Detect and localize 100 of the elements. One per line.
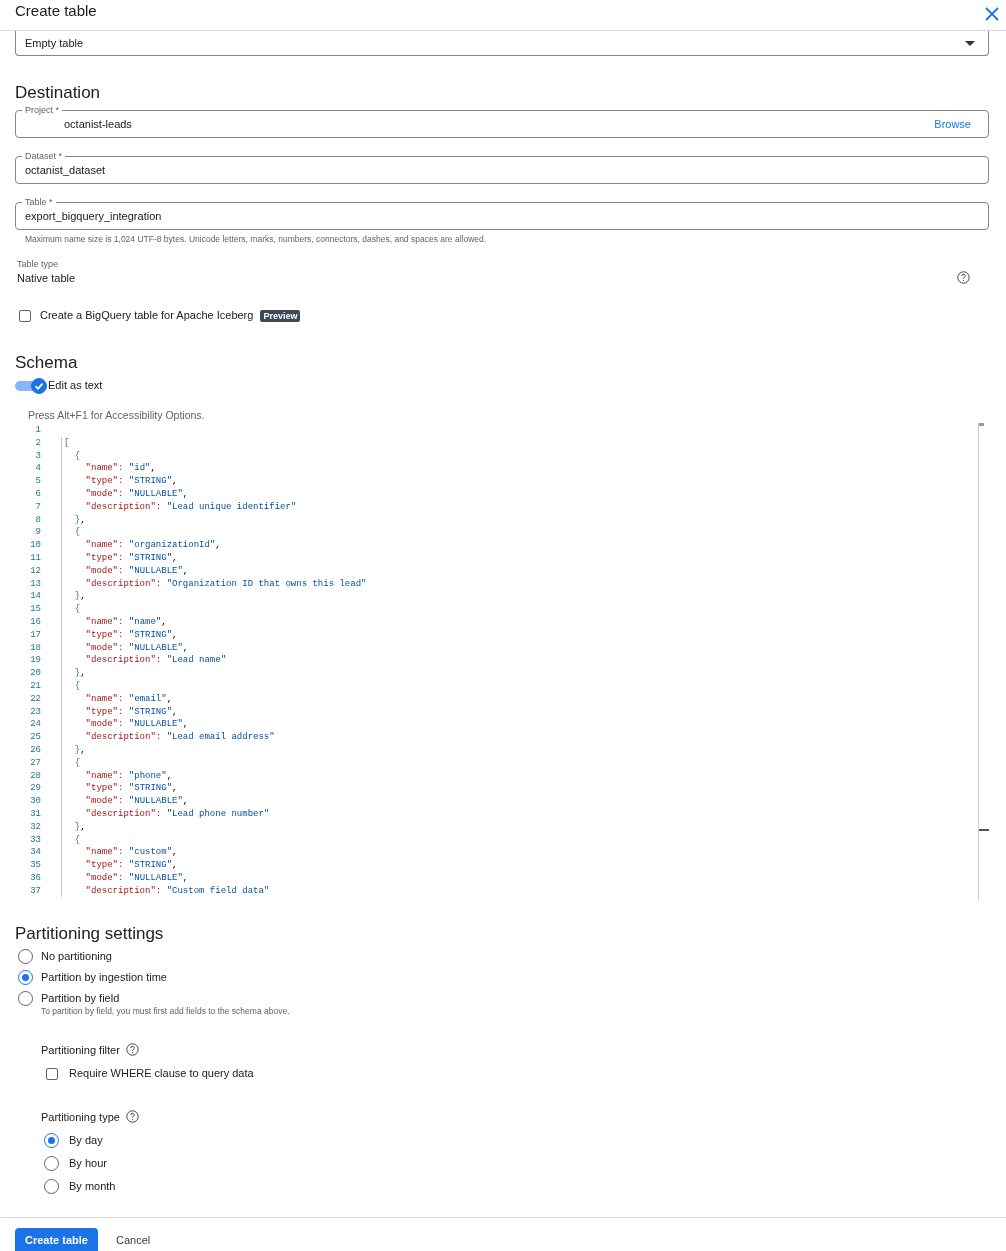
- line-number: 13: [29, 577, 41, 591]
- code-line: "name": "phone",: [61, 769, 173, 783]
- line-number: 22: [29, 692, 41, 706]
- code-line: "type": "STRING",: [61, 628, 178, 642]
- field-label: Project *: [22, 104, 62, 116]
- line-number: 34: [29, 846, 41, 860]
- radio-label: Partition by ingestion time: [41, 970, 167, 985]
- line-number: 10: [29, 539, 41, 552]
- code-line: "description": "Lead phone number": [61, 807, 270, 821]
- line-number: 5: [34, 475, 41, 488]
- code-line: "name": "custom",: [61, 846, 178, 860]
- line-number: 1: [34, 424, 41, 437]
- subsection-label: Partitioning filter: [41, 1043, 120, 1056]
- line-number: 35: [29, 859, 41, 872]
- line-number: 23: [29, 705, 41, 719]
- line-number: 14: [29, 590, 41, 604]
- subsection-label: Partitioning type: [41, 1110, 120, 1123]
- code-line: },: [61, 513, 86, 527]
- code-line: "name": "id",: [61, 462, 156, 476]
- code-line: "description": "Lead unique identifier": [61, 500, 297, 514]
- radio-label: By hour: [69, 1156, 107, 1171]
- line-number: 16: [29, 615, 41, 629]
- field-label: Dataset *: [22, 150, 66, 162]
- line-number: 32: [29, 820, 41, 834]
- code-line: "mode": "NULLABLE",: [61, 718, 189, 732]
- code-line: "name": "name",: [61, 615, 167, 629]
- field-hint: Maximum name size is 1,024 UTF-8 bytes. Unicode letters, marks, numbers, connectors, dashes, and spaces are allowed.: [25, 234, 488, 244]
- code-line: },: [61, 820, 86, 834]
- code-line: "name": "email",: [61, 692, 173, 706]
- code-line: {: [61, 833, 81, 847]
- line-number: 29: [29, 782, 41, 796]
- radio-label: No partitioning: [41, 949, 112, 964]
- line-number: 9: [34, 526, 41, 540]
- code-line: [: [61, 436, 70, 450]
- code-line: "type": "STRING",: [61, 705, 178, 719]
- code-line: {: [61, 756, 81, 770]
- line-number: 28: [29, 769, 41, 783]
- radio-label: By day: [69, 1133, 103, 1148]
- code-line: "mode": "NULLABLE",: [61, 795, 189, 808]
- code-line: },: [61, 590, 86, 604]
- line-number: 20: [29, 667, 41, 680]
- code-line: },: [61, 667, 86, 680]
- line-number: 27: [29, 756, 41, 770]
- line-number: 21: [29, 679, 41, 693]
- code-line: "description": "Custom field data": [61, 884, 270, 898]
- radio-label: By month: [69, 1179, 116, 1194]
- line-number: 2: [34, 436, 41, 450]
- code-line: "type": "STRING",: [61, 782, 178, 796]
- toggle-label: Edit as text: [48, 378, 103, 393]
- line-number: 7: [34, 500, 41, 514]
- help-icon[interactable]: [957, 271, 970, 284]
- editor-hint: Press Alt+F1 for Accessibility Options.: [28, 409, 206, 421]
- scrollbar[interactable]: [978, 423, 988, 901]
- help-icon[interactable]: [125, 1043, 139, 1056]
- code-line: "mode": "NULLABLE",: [61, 488, 189, 501]
- section-heading: Partitioning settings: [15, 924, 165, 944]
- line-number: 12: [29, 564, 41, 578]
- toggle-switch[interactable]: [15, 378, 45, 393]
- line-number: 4: [34, 462, 41, 476]
- dropdown-caret-icon: [965, 40, 975, 46]
- code-line: "description": "Organization ID that owns this lead": [61, 577, 367, 591]
- checkbox-label: Create a BigQuery table for Apache Iceberg: [40, 308, 254, 323]
- close-icon[interactable]: [985, 7, 999, 21]
- section-heading: Destination: [15, 83, 102, 103]
- line-number: 33: [29, 833, 41, 847]
- line-number: 36: [29, 871, 41, 885]
- code-line: {: [61, 603, 81, 616]
- create-button[interactable]: Create table: [15, 1228, 98, 1251]
- code-line: "mode": "NULLABLE",: [61, 641, 189, 655]
- field-label: Table *: [22, 196, 56, 208]
- checkbox[interactable]: [46, 1067, 58, 1080]
- help-icon[interactable]: [125, 1110, 139, 1123]
- cancel-button[interactable]: Cancel: [106, 1228, 161, 1251]
- code-line: "type": "STRING",: [61, 475, 178, 488]
- line-number: 17: [29, 628, 41, 642]
- line-number: 24: [29, 718, 41, 732]
- line-number: 25: [29, 731, 41, 744]
- code-line: "description": "Lead email address": [61, 731, 275, 744]
- checkbox[interactable]: [19, 309, 31, 322]
- table-type-label: Table type: [17, 259, 60, 269]
- line-number: 8: [34, 513, 41, 527]
- radio-label: Partition by field: [41, 991, 121, 1006]
- line-number: 37: [29, 884, 41, 898]
- code-line: {: [61, 679, 81, 693]
- browse-link[interactable]: Browse: [934, 118, 979, 130]
- line-number: 30: [29, 795, 41, 808]
- source-dropdown[interactable]: Empty table: [15, 31, 989, 56]
- code-line: "mode": "NULLABLE",: [61, 564, 189, 578]
- line-number: 3: [34, 449, 41, 463]
- line-number: 18: [29, 641, 41, 655]
- code-line: {: [61, 449, 81, 463]
- code-line: "type": "STRING",: [61, 551, 178, 565]
- line-number: 11: [29, 551, 41, 565]
- code-line: "name": "organizationId",: [61, 539, 221, 552]
- preview-badge: Preview: [260, 309, 301, 322]
- checkbox-label: Require WHERE clause to query data: [69, 1066, 254, 1081]
- line-number: 31: [29, 807, 41, 821]
- line-number: 6: [34, 488, 41, 501]
- line-number: 19: [29, 654, 41, 668]
- code-line: },: [61, 743, 86, 757]
